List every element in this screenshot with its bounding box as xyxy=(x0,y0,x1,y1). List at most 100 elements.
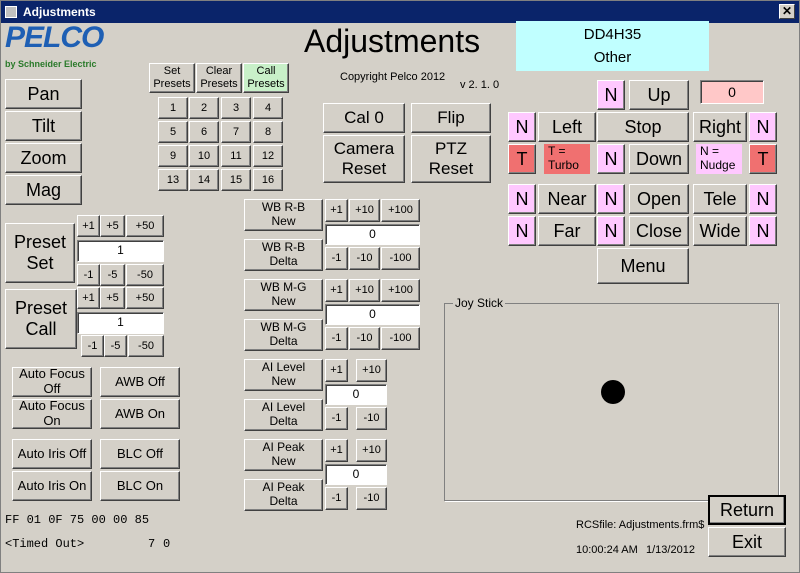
up-nudge-button[interactable]: N xyxy=(597,80,625,110)
return-button[interactable]: Return xyxy=(708,495,786,525)
ai-peak-new-button[interactable]: AI Peak New xyxy=(244,439,323,471)
preset-call-dec-50[interactable]: -50 xyxy=(128,335,164,357)
preset-number-11-button[interactable]: 11 xyxy=(221,145,251,167)
preset-number-15-button[interactable]: 15 xyxy=(221,169,251,191)
wide-nudge-button[interactable]: N xyxy=(749,216,777,246)
preset-set-dec-50[interactable]: -50 xyxy=(126,264,164,286)
down-button[interactable]: Down xyxy=(629,144,689,174)
blc-on-button[interactable]: BLC On xyxy=(100,471,180,501)
close-nudge-button[interactable]: N xyxy=(597,216,625,246)
preset-set-inc-5[interactable]: +5 xyxy=(100,215,125,237)
ai-peak-dec-10[interactable]: -10 xyxy=(356,487,387,510)
ai-peak-delta-button[interactable]: AI Peak Delta xyxy=(244,479,323,511)
ai-level-dec-1[interactable]: -1 xyxy=(325,407,348,430)
preset-number-13-button[interactable]: 13 xyxy=(158,169,188,191)
preset-set-button[interactable]: Preset Set xyxy=(5,223,75,283)
open-nudge-button[interactable]: N xyxy=(597,184,625,214)
ptz-reset-button[interactable]: PTZ Reset xyxy=(411,135,491,183)
pan-button[interactable]: Pan xyxy=(5,79,82,109)
wb-rb-inc-10[interactable]: +10 xyxy=(349,199,380,222)
menu-button[interactable]: Menu xyxy=(597,248,689,284)
open-button[interactable]: Open xyxy=(629,184,689,214)
preset-number-1-button[interactable]: 1 xyxy=(158,97,188,119)
wb-rb-delta-button[interactable]: WB R-B Delta xyxy=(244,239,323,271)
auto-iris-on-button[interactable]: Auto Iris On xyxy=(12,471,92,501)
clear-presets-button[interactable]: Clear Presets xyxy=(196,63,242,93)
zoom-button[interactable]: Zoom xyxy=(5,143,82,173)
right-nudge-button[interactable]: N xyxy=(749,112,777,142)
awb-on-button[interactable]: AWB On xyxy=(100,399,180,429)
preset-set-dec-5[interactable]: -5 xyxy=(100,264,125,286)
joystick-area[interactable] xyxy=(447,314,776,498)
left-nudge-button[interactable]: N xyxy=(508,112,536,142)
ai-level-dec-10[interactable]: -10 xyxy=(356,407,387,430)
joystick-knob[interactable] xyxy=(601,380,625,404)
preset-number-4-button[interactable]: 4 xyxy=(253,97,283,119)
cal0-button[interactable]: Cal 0 xyxy=(323,103,405,133)
tele-nudge-button[interactable]: N xyxy=(749,184,777,214)
ai-level-delta-button[interactable]: AI Level Delta xyxy=(244,399,323,431)
left-button[interactable]: Left xyxy=(538,112,596,142)
wb-rb-inc-1[interactable]: +1 xyxy=(325,199,348,222)
wb-mg-dec-1[interactable]: -1 xyxy=(325,327,348,350)
wb-rb-dec-100[interactable]: -100 xyxy=(381,247,420,270)
preset-call-inc-1[interactable]: +1 xyxy=(77,287,100,309)
preset-number-3-button[interactable]: 3 xyxy=(221,97,251,119)
ai-level-inc-10[interactable]: +10 xyxy=(356,359,387,382)
wide-button[interactable]: Wide xyxy=(693,216,747,246)
preset-number-9-button[interactable]: 9 xyxy=(158,145,188,167)
call-presets-button[interactable]: Call Presets xyxy=(243,63,289,93)
set-presets-button[interactable]: Set Presets xyxy=(149,63,195,93)
wb-mg-delta-button[interactable]: WB M-G Delta xyxy=(244,319,323,351)
auto-focus-off-button[interactable]: Auto Focus Off xyxy=(12,366,92,397)
wb-mg-inc-1[interactable]: +1 xyxy=(325,279,348,302)
mag-button[interactable]: Mag xyxy=(5,175,82,205)
ai-peak-inc-1[interactable]: +1 xyxy=(325,439,348,462)
near-nudge-button[interactable]: N xyxy=(508,184,536,214)
ai-peak-dec-1[interactable]: -1 xyxy=(325,487,348,510)
ai-peak-value[interactable]: 0 xyxy=(325,464,387,485)
wb-rb-dec-1[interactable]: -1 xyxy=(325,247,348,270)
close-button[interactable]: Close xyxy=(629,216,689,246)
preset-number-16-button[interactable]: 16 xyxy=(253,169,283,191)
wb-mg-value[interactable]: 0 xyxy=(325,304,420,325)
wb-mg-new-button[interactable]: WB M-G New xyxy=(244,279,323,311)
right-button[interactable]: Right xyxy=(693,112,747,142)
awb-off-button[interactable]: AWB Off xyxy=(100,367,180,397)
camera-reset-button[interactable]: Camera Reset xyxy=(323,135,405,183)
blc-off-button[interactable]: BLC Off xyxy=(100,439,180,469)
preset-call-inc-50[interactable]: +50 xyxy=(126,287,164,309)
preset-call-value[interactable]: 1 xyxy=(77,312,164,334)
preset-number-5-button[interactable]: 5 xyxy=(158,121,188,143)
ai-level-inc-1[interactable]: +1 xyxy=(325,359,348,382)
exit-button[interactable]: Exit xyxy=(708,527,786,557)
ai-peak-inc-10[interactable]: +10 xyxy=(356,439,387,462)
preset-call-dec-5[interactable]: -5 xyxy=(104,335,127,357)
ai-level-value[interactable]: 0 xyxy=(325,384,387,405)
auto-iris-off-button[interactable]: Auto Iris Off xyxy=(12,439,92,469)
right-turbo-button[interactable]: T xyxy=(749,144,777,174)
auto-focus-on-button[interactable]: Auto Focus On xyxy=(12,398,92,429)
up-button[interactable]: Up xyxy=(629,80,689,110)
preset-call-button[interactable]: Preset Call xyxy=(5,289,77,349)
far-button[interactable]: Far xyxy=(538,216,596,246)
wb-mg-dec-100[interactable]: -100 xyxy=(381,327,420,350)
preset-set-inc-1[interactable]: +1 xyxy=(77,215,100,237)
ai-level-new-button[interactable]: AI Level New xyxy=(244,359,323,391)
left-turbo-button[interactable]: T xyxy=(508,144,536,174)
preset-number-2-button[interactable]: 2 xyxy=(189,97,219,119)
preset-number-7-button[interactable]: 7 xyxy=(221,121,251,143)
wb-rb-new-button[interactable]: WB R-B New xyxy=(244,199,323,231)
preset-set-dec-1[interactable]: -1 xyxy=(77,264,100,286)
down-nudge-button[interactable]: N xyxy=(597,144,625,174)
preset-call-dec-1[interactable]: -1 xyxy=(81,335,104,357)
preset-set-value[interactable]: 1 xyxy=(77,240,164,262)
wb-rb-inc-100[interactable]: +100 xyxy=(381,199,420,222)
far-nudge-button[interactable]: N xyxy=(508,216,536,246)
wb-mg-dec-10[interactable]: -10 xyxy=(349,327,380,350)
flip-button[interactable]: Flip xyxy=(411,103,491,133)
preset-number-14-button[interactable]: 14 xyxy=(189,169,219,191)
tele-button[interactable]: Tele xyxy=(693,184,747,214)
stop-button[interactable]: Stop xyxy=(597,112,689,142)
wb-rb-dec-10[interactable]: -10 xyxy=(349,247,380,270)
